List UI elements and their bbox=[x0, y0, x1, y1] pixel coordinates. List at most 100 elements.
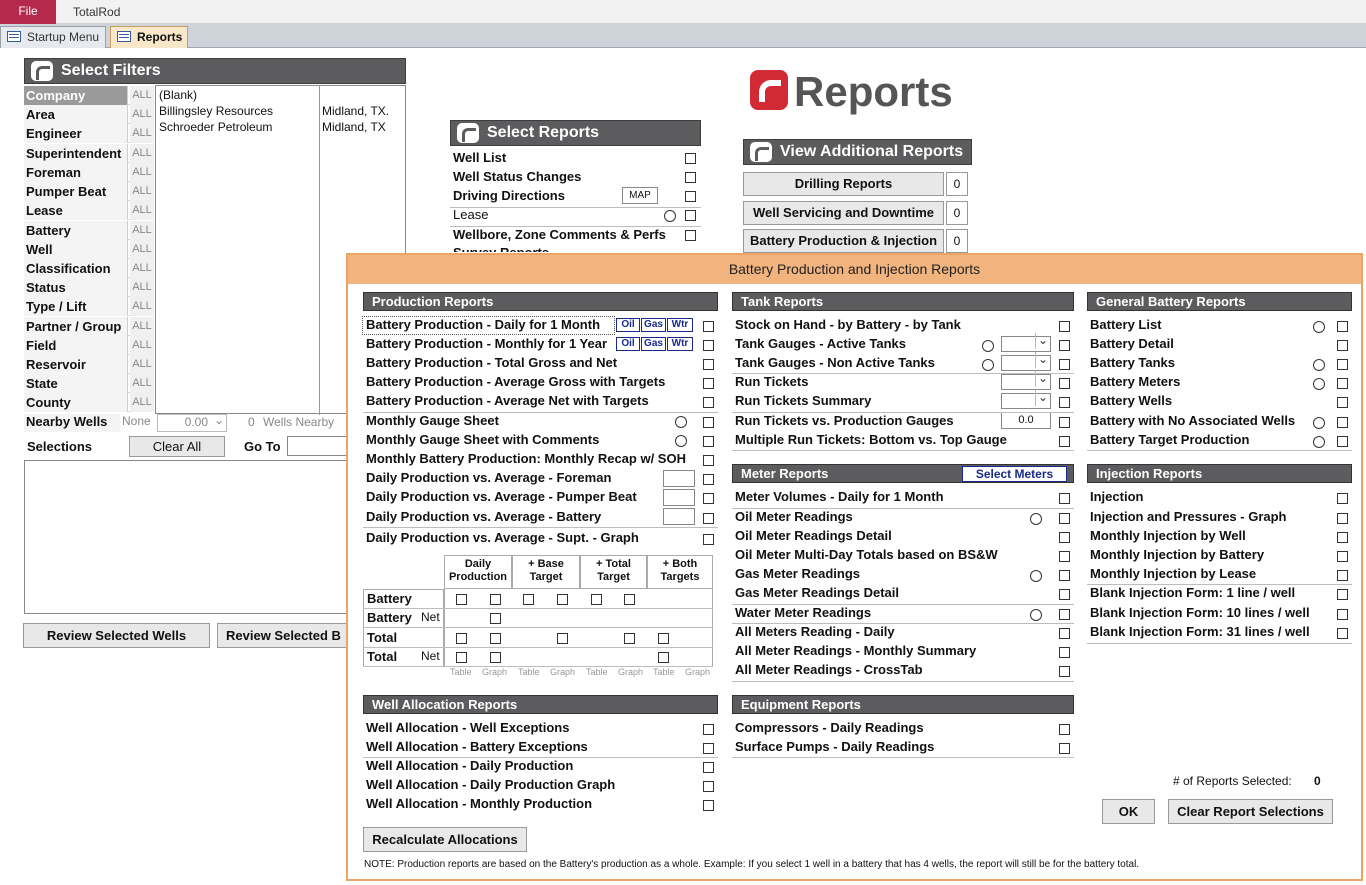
filter-label[interactable]: Classification bbox=[24, 259, 128, 278]
grid-checkbox[interactable] bbox=[490, 633, 501, 644]
selections-box[interactable] bbox=[24, 460, 348, 614]
radio[interactable] bbox=[1313, 436, 1325, 448]
checkbox[interactable] bbox=[703, 340, 714, 351]
filter-row-area[interactable]: Area ALL bbox=[24, 105, 154, 124]
checkbox[interactable] bbox=[1337, 417, 1348, 428]
list-item[interactable]: (Blank) bbox=[159, 88, 197, 102]
checkbox[interactable] bbox=[1337, 628, 1348, 639]
filter-all-toggle[interactable]: ALL bbox=[130, 201, 154, 220]
filter-row-pumper-beat[interactable]: Pumper Beat ALL bbox=[24, 182, 154, 201]
battery-input[interactable] bbox=[663, 508, 695, 525]
filter-all-toggle[interactable]: ALL bbox=[130, 393, 154, 412]
nearby-distance-select[interactable]: 0.00 ⌄ bbox=[157, 413, 227, 432]
checkbox[interactable] bbox=[1059, 628, 1070, 639]
tab-startup-menu[interactable]: Startup Menu bbox=[0, 26, 106, 48]
filter-label[interactable]: County bbox=[24, 393, 128, 412]
checkbox[interactable] bbox=[1059, 551, 1070, 562]
filter-label[interactable]: Type / Lift bbox=[24, 297, 128, 316]
gas-toggle[interactable]: Gas bbox=[641, 337, 666, 351]
checkbox[interactable] bbox=[1337, 570, 1348, 581]
grid-checkbox[interactable] bbox=[456, 652, 467, 663]
filter-label[interactable]: Field bbox=[24, 336, 128, 355]
filter-all-toggle[interactable]: ALL bbox=[130, 86, 154, 105]
checkbox[interactable] bbox=[1337, 378, 1348, 389]
checkbox[interactable] bbox=[1337, 397, 1348, 408]
clear-report-selections-button[interactable]: Clear Report Selections bbox=[1168, 799, 1333, 824]
grid-checkbox[interactable] bbox=[557, 633, 568, 644]
ok-button[interactable]: OK bbox=[1102, 799, 1155, 824]
grid-checkbox[interactable] bbox=[490, 594, 501, 605]
tank-gauge-select[interactable] bbox=[1001, 333, 1051, 352]
review-selected-wells-button[interactable]: Review Selected Wells bbox=[23, 623, 210, 648]
grid-checkbox[interactable] bbox=[490, 652, 501, 663]
filter-row-field[interactable]: Field ALL bbox=[24, 336, 154, 355]
checkbox[interactable] bbox=[1059, 340, 1070, 351]
filter-label[interactable]: Company bbox=[24, 86, 128, 105]
radio[interactable] bbox=[1030, 609, 1042, 621]
checkbox[interactable] bbox=[1059, 532, 1070, 543]
filter-row-county[interactable]: County ALL bbox=[24, 393, 154, 412]
filter-label[interactable]: Foreman bbox=[24, 163, 128, 182]
filter-row-foreman[interactable]: Foreman ALL bbox=[24, 163, 154, 182]
list-item[interactable]: Billingsley Resources bbox=[159, 104, 273, 118]
checkbox[interactable] bbox=[703, 397, 714, 408]
checkbox[interactable] bbox=[1059, 609, 1070, 620]
checkbox[interactable] bbox=[1059, 724, 1070, 735]
recalculate-allocations-button[interactable]: Recalculate Allocations bbox=[363, 827, 527, 852]
filter-row-reservoir[interactable]: Reservoir ALL bbox=[24, 355, 154, 374]
radio[interactable] bbox=[1313, 321, 1325, 333]
checkbox[interactable] bbox=[685, 230, 696, 241]
checkbox[interactable] bbox=[703, 800, 714, 811]
grid-checkbox[interactable] bbox=[624, 633, 635, 644]
goto-input[interactable] bbox=[287, 436, 347, 456]
drilling-reports-button[interactable]: Drilling Reports bbox=[743, 172, 944, 196]
filter-row-partner-group[interactable]: Partner / Group ALL bbox=[24, 317, 154, 336]
checkbox[interactable] bbox=[703, 359, 714, 370]
battery-production-injection-button[interactable]: Battery Production & Injection bbox=[743, 229, 944, 253]
checkbox[interactable] bbox=[1337, 609, 1348, 620]
checkbox[interactable] bbox=[703, 513, 714, 524]
checkbox[interactable] bbox=[685, 153, 696, 164]
radio[interactable] bbox=[982, 340, 994, 352]
filter-row-well[interactable]: Well ALL bbox=[24, 240, 154, 259]
filter-label[interactable]: Engineer bbox=[24, 124, 128, 143]
wtr-toggle[interactable]: Wtr bbox=[667, 337, 693, 351]
filter-label[interactable]: Status bbox=[24, 278, 128, 297]
radio[interactable] bbox=[1313, 359, 1325, 371]
checkbox[interactable] bbox=[1059, 743, 1070, 754]
clear-all-button[interactable]: Clear All bbox=[129, 436, 225, 457]
checkbox[interactable] bbox=[1337, 532, 1348, 543]
filter-all-toggle[interactable]: ALL bbox=[130, 182, 154, 201]
checkbox[interactable] bbox=[703, 743, 714, 754]
oil-toggle[interactable]: Oil bbox=[616, 337, 640, 351]
grid-checkbox[interactable] bbox=[658, 633, 669, 644]
checkbox[interactable] bbox=[1059, 647, 1070, 658]
checkbox[interactable] bbox=[1059, 589, 1070, 600]
checkbox[interactable] bbox=[1059, 493, 1070, 504]
filter-all-toggle[interactable]: ALL bbox=[130, 144, 154, 163]
grid-checkbox[interactable] bbox=[624, 594, 635, 605]
checkbox[interactable] bbox=[703, 534, 714, 545]
checkbox[interactable] bbox=[1059, 436, 1070, 447]
filter-label[interactable]: Well bbox=[24, 240, 128, 259]
checkbox[interactable] bbox=[1337, 340, 1348, 351]
filter-all-toggle[interactable]: ALL bbox=[130, 278, 154, 297]
checkbox[interactable] bbox=[1059, 417, 1070, 428]
checkbox[interactable] bbox=[703, 417, 714, 428]
checkbox[interactable] bbox=[1337, 551, 1348, 562]
filter-all-toggle[interactable]: ALL bbox=[130, 221, 154, 240]
radio[interactable] bbox=[1313, 417, 1325, 429]
checkbox[interactable] bbox=[703, 762, 714, 773]
filter-row-classification[interactable]: Classification ALL bbox=[24, 259, 154, 278]
grid-checkbox[interactable] bbox=[490, 613, 501, 624]
checkbox[interactable] bbox=[1337, 493, 1348, 504]
filter-label[interactable]: State bbox=[24, 374, 128, 393]
tab-reports[interactable]: Reports bbox=[110, 26, 188, 48]
nearby-none[interactable]: None bbox=[120, 414, 156, 432]
filter-row-type-lift[interactable]: Type / Lift ALL bbox=[24, 297, 154, 316]
radio[interactable] bbox=[675, 416, 687, 428]
radio[interactable] bbox=[1030, 570, 1042, 582]
pumper-beat-input[interactable] bbox=[663, 489, 695, 506]
filter-all-toggle[interactable]: ALL bbox=[130, 355, 154, 374]
checkbox[interactable] bbox=[1337, 359, 1348, 370]
